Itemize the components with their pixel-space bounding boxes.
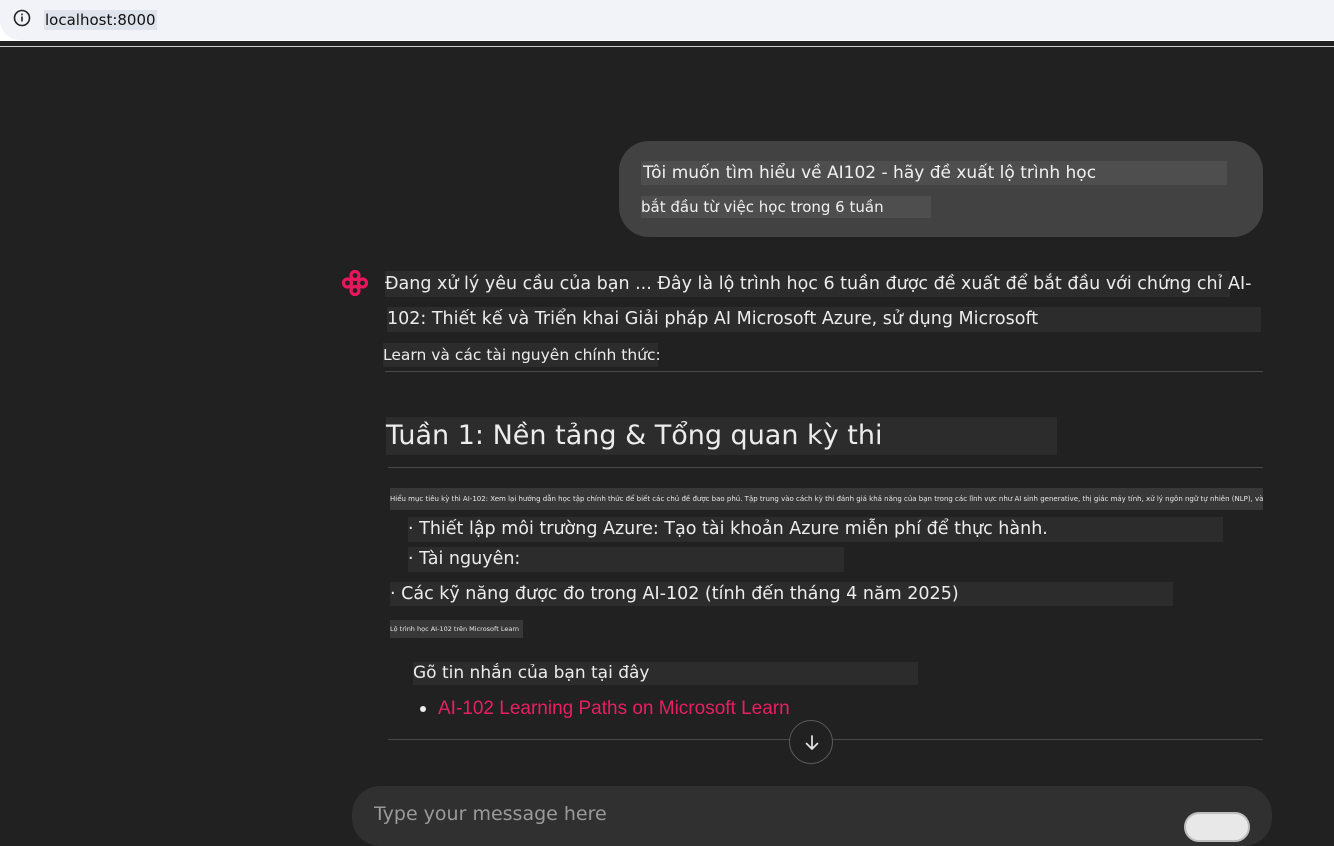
- learning-path-caption: Lộ trình học AI-102 trên Microsoft Learn: [390, 620, 523, 638]
- exam-goal-text: Hiểu mục tiêu kỳ thi AI-102: Xem lại hướ…: [390, 488, 1263, 510]
- browser-address-bar: localhost:8000: [0, 0, 1334, 41]
- arrow-down-icon: [805, 735, 819, 750]
- inline-message-placeholder: Gõ tin nhắn của bạn tại đây: [413, 662, 918, 685]
- bullet-azure-setup: · Thiết lập môi trường Azure: Tạo tài kh…: [408, 517, 1223, 542]
- week-1-heading: Tuần 1: Nền tảng & Tổng quan kỳ thi: [386, 417, 1057, 455]
- toolbar-divider: [0, 46, 1334, 47]
- divider: [385, 371, 1263, 372]
- bullet-skills-measured: · Các kỹ năng được đo trong AI-102 (tính…: [390, 582, 1173, 606]
- send-toggle[interactable]: [1184, 812, 1250, 842]
- message-composer: [352, 786, 1272, 846]
- scroll-to-bottom-button[interactable]: [789, 720, 833, 764]
- address-field[interactable]: localhost:8000: [0, 0, 1334, 40]
- user-message-line-2: bắt đầu từ việc học trong 6 tuần: [641, 196, 931, 218]
- user-message-line-1: Tôi muốn tìm hiểu về AI102 - hãy đề xuất…: [641, 161, 1227, 185]
- bullet-dot: [420, 706, 426, 712]
- flower-logo-icon: [341, 269, 369, 297]
- info-icon[interactable]: [13, 9, 31, 27]
- assistant-intro-line-1: Đang xử lý yêu cầu của bạn ... Đây là lộ…: [385, 271, 1251, 297]
- bullet-resources: · Tài nguyên:: [408, 547, 844, 572]
- heading-divider: [388, 467, 1263, 468]
- user-message-bubble: Tôi muốn tìm hiểu về AI102 - hãy đề xuất…: [619, 141, 1263, 237]
- url-text[interactable]: localhost:8000: [44, 10, 157, 30]
- ai102-learning-paths-link[interactable]: AI-102 Learning Paths on Microsoft Learn: [438, 696, 790, 722]
- message-input[interactable]: [372, 802, 1156, 826]
- assistant-intro-line-3: Learn và các tài nguyên chính thức:: [383, 343, 661, 367]
- assistant-intro-line-2: 102: Thiết kế và Triển khai Giải pháp AI…: [387, 307, 1261, 332]
